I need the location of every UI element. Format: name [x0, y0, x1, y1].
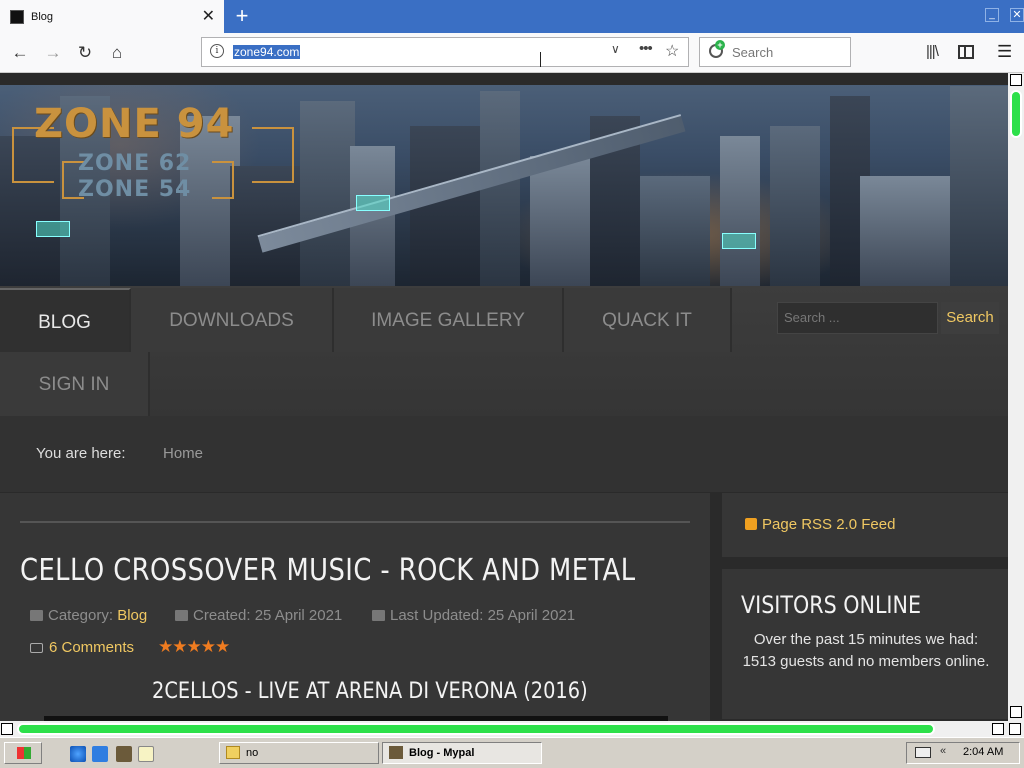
folder-icon [30, 610, 43, 621]
article-created: Created: 25 April 2021 [175, 607, 342, 624]
hologram-sign [36, 221, 70, 237]
scroll-right-button[interactable] [992, 723, 1004, 735]
article: CELLO CROSSOVER MUSIC - ROCK AND METAL C… [0, 493, 710, 721]
scroll-left-button[interactable] [1, 723, 13, 735]
breadcrumb-label: You are here: [36, 445, 126, 462]
keyboard-icon[interactable] [915, 747, 931, 758]
comment-icon [30, 643, 43, 653]
minimize-button[interactable]: _ [985, 8, 999, 22]
category-link[interactable]: Blog [117, 607, 147, 624]
divider [20, 521, 690, 523]
system-tray: « 2:04 AM [906, 742, 1020, 764]
mypal-icon [389, 746, 403, 759]
mypal-quicklaunch-icon[interactable] [116, 746, 132, 762]
close-window-button[interactable]: ✕ [1010, 8, 1024, 22]
search-placeholder: Search [732, 45, 774, 60]
nav-image-gallery[interactable]: IMAGE GALLERY [334, 288, 564, 352]
notepad-quicklaunch-icon[interactable] [138, 746, 154, 762]
add-engine-icon: + [715, 40, 725, 50]
vertical-scroll-thumb[interactable] [1010, 90, 1022, 138]
calendar-icon [175, 610, 188, 621]
sidebar-icon[interactable] [958, 45, 974, 59]
article-updated: Last Updated: 25 April 2021 [372, 607, 575, 624]
back-icon[interactable]: ← [9, 42, 31, 64]
rss-link[interactable]: Page RSS 2.0 Feed [745, 516, 895, 533]
scroll-down-button[interactable] [1010, 706, 1022, 718]
rss-icon [745, 518, 757, 530]
article-title[interactable]: CELLO CROSSOVER MUSIC - ROCK AND METAL [20, 553, 636, 588]
text-cursor [540, 52, 541, 67]
horizontal-scrollbar[interactable] [0, 721, 1024, 737]
nav-blog[interactable]: BLOG [0, 288, 131, 352]
visitors-title: VISITORS ONLINE [741, 591, 922, 619]
nav-toolbar: ← → ↻ ⌂ i zone94.com ∨ ••• ☆ + Search ||… [0, 33, 1024, 73]
clock[interactable]: 2:04 AM [963, 746, 1003, 758]
more-icon[interactable]: ••• [639, 40, 653, 57]
site-search-input[interactable]: Search ... [777, 302, 938, 334]
forward-icon[interactable]: → [42, 42, 64, 64]
scroll-corner [1009, 723, 1021, 735]
nav-sign-in[interactable]: SIGN IN [0, 352, 150, 416]
browser-quicklaunch-icon[interactable] [70, 746, 86, 762]
windows-logo-icon [17, 747, 31, 759]
taskbar: no Blog - Mypal « 2:04 AM [0, 737, 1024, 768]
video-title: 2CELLOS - LIVE AT ARENA DI VERONA (2016) [152, 679, 588, 704]
tab-close-icon[interactable]: ✕ [202, 8, 215, 25]
horizontal-scroll-thumb[interactable] [17, 723, 935, 735]
site-banner: ZONE 94 ZONE 62 ZONE 54 [0, 85, 1008, 286]
start-button[interactable] [4, 742, 42, 764]
site-nav: BLOG DOWNLOADS IMAGE GALLERY QUACK IT SI… [0, 286, 1008, 416]
bookmark-star-icon[interactable]: ☆ [665, 41, 679, 61]
visitors-text: Over the past 15 minutes we had: 1513 gu… [742, 631, 990, 670]
logo-bracket [212, 161, 234, 199]
calendar-icon [372, 610, 385, 621]
logo-bracket [252, 127, 294, 183]
folder-icon [226, 746, 240, 759]
breadcrumb-home-link[interactable]: Home [163, 445, 203, 462]
library-icon[interactable]: |||\ [926, 43, 939, 60]
rating-stars[interactable]: ★★★★★ [158, 637, 230, 657]
site-logo[interactable]: ZONE 94 [34, 101, 234, 147]
breadcrumb: You are here: Home [0, 416, 1008, 492]
hologram-sign [722, 233, 756, 249]
url-bar[interactable]: i zone94.com ∨ ••• ☆ [201, 37, 689, 67]
task-folder-no[interactable]: no [219, 742, 379, 764]
tray-expand-icon[interactable]: « [940, 745, 946, 757]
nav-quack-it[interactable]: QUACK IT [564, 288, 732, 352]
favicon-icon [10, 9, 24, 24]
visitors-module: VISITORS ONLINE Over the past 15 minutes… [722, 569, 1008, 719]
nav-downloads[interactable]: DOWNLOADS [131, 288, 334, 352]
tab-strip: Blog ✕ + _ ✕ [0, 0, 1024, 33]
browser-search-input[interactable]: + Search [699, 37, 851, 67]
tab-title: Blog [31, 10, 54, 23]
ie-quicklaunch-icon[interactable] [92, 746, 108, 762]
comments-link[interactable]: 6 Comments [30, 639, 134, 656]
url-text[interactable]: zone94.com [233, 45, 301, 59]
dropdown-icon[interactable]: ∨ [611, 42, 620, 56]
reload-icon[interactable]: ↻ [74, 42, 96, 64]
scroll-up-button[interactable] [1010, 74, 1022, 86]
info-icon[interactable]: i [210, 44, 224, 58]
vertical-scrollbar[interactable] [1008, 73, 1024, 721]
site-search-button[interactable]: Search [941, 302, 999, 334]
tab-blog[interactable]: Blog ✕ [0, 0, 224, 33]
hologram-sign [356, 195, 390, 211]
page-viewport: ZONE 94 ZONE 62 ZONE 54 BLOG DOWNLOADS I… [0, 73, 1008, 721]
article-category: Category: Blog [30, 607, 147, 624]
new-tab-button[interactable]: + [229, 3, 255, 29]
site-logo-sub: ZONE 62 ZONE 54 [78, 151, 192, 202]
task-blog-mypal[interactable]: Blog - Mypal [382, 742, 542, 764]
home-icon[interactable]: ⌂ [106, 42, 128, 64]
menu-icon[interactable]: ☰ [997, 42, 1012, 62]
rss-module: Page RSS 2.0 Feed [722, 493, 1008, 557]
